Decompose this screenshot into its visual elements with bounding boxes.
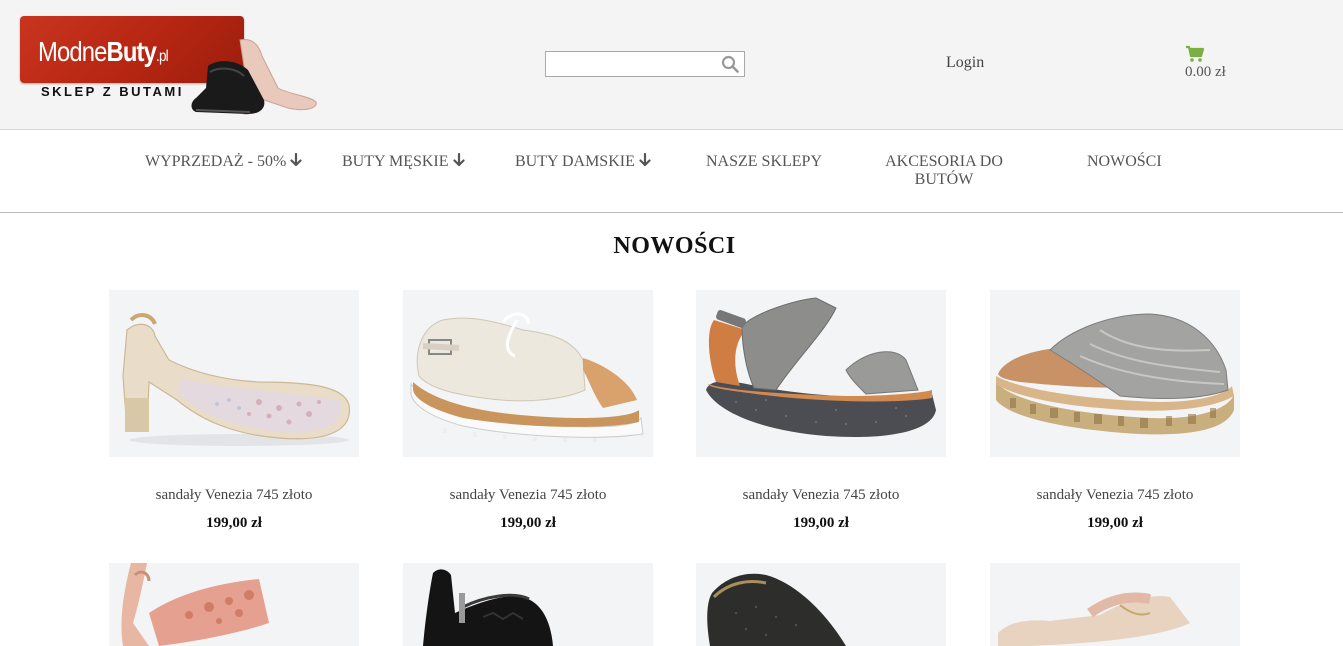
cart-icon (1186, 45, 1205, 62)
arrow-down-icon (290, 153, 302, 167)
nav-item-new-arrivals[interactable]: NOWOŚCI (1087, 153, 1162, 171)
site-header: ModneButy.pl SKLEP Z BUTAMI Login 0.00 z… (0, 0, 1343, 130)
cart-link[interactable]: 0.00 zł (1185, 44, 1245, 84)
cart-amount: 0.00 zł (1185, 64, 1226, 80)
product-image[interactable] (990, 563, 1240, 646)
search-input[interactable] (546, 52, 716, 76)
nav-item-label: BUTY MĘSKIE (342, 153, 449, 170)
product-image[interactable] (403, 290, 653, 457)
nav-item-label: BUTÓW (914, 171, 974, 188)
logo-shoes-image (191, 39, 317, 115)
arrow-down-icon (452, 153, 465, 167)
nav-item-our-stores[interactable]: NASZE SKLEPY (706, 153, 822, 171)
product-image[interactable] (109, 290, 359, 457)
product-image[interactable] (990, 290, 1240, 457)
main-nav: WYPRZEDAŻ - 50% BUTY MĘSKIE BUTY DAMSKIE… (0, 130, 1343, 213)
logo-tagline: SKLEP Z BUTAMI (41, 84, 184, 99)
product-name[interactable]: sandały Venezia 745 złoto (109, 487, 359, 504)
product-name[interactable]: sandały Venezia 745 złoto (990, 487, 1240, 504)
nav-item-label: WYPRZEDAŻ - 50% (145, 153, 287, 170)
nav-item-label: NASZE SKLEPY (706, 153, 823, 170)
product-name[interactable]: sandały Venezia 745 złoto (696, 487, 946, 504)
nav-item-accessories[interactable]: AKCESORIA DO BUTÓW (870, 153, 1018, 189)
search-icon[interactable] (721, 55, 739, 73)
product-image[interactable] (696, 563, 946, 646)
search-box (545, 51, 745, 77)
product-name[interactable]: sandały Venezia 745 złoto (403, 487, 653, 504)
product-price: 199,00 zł (1087, 515, 1143, 531)
nav-item-label: AKCESORIA DO (885, 153, 1003, 170)
product-price: 199,00 zł (206, 515, 262, 531)
arrow-down-icon (639, 153, 651, 167)
logo-text: ModneButy.pl (38, 36, 169, 67)
product-price: 199,00 zł (500, 515, 556, 531)
page-title: NOWOŚCI (613, 233, 736, 259)
product-image[interactable] (696, 290, 946, 457)
product-price: 199,00 zł (793, 515, 849, 531)
nav-item-label: BUTY DAMSKIE (515, 153, 635, 170)
site-logo[interactable]: ModneButy.pl SKLEP Z BUTAMI (20, 16, 320, 116)
login-link[interactable]: Login (946, 54, 984, 72)
nav-item-label: NOWOŚCI (1087, 153, 1162, 170)
product-image[interactable] (109, 563, 359, 646)
product-image[interactable] (403, 563, 653, 646)
nav-item-mens-shoes[interactable]: BUTY MĘSKIE (342, 153, 465, 171)
nav-item-womens-shoes[interactable]: BUTY DAMSKIE (515, 153, 651, 171)
nav-item-sale[interactable]: WYPRZEDAŻ - 50% (145, 153, 302, 171)
